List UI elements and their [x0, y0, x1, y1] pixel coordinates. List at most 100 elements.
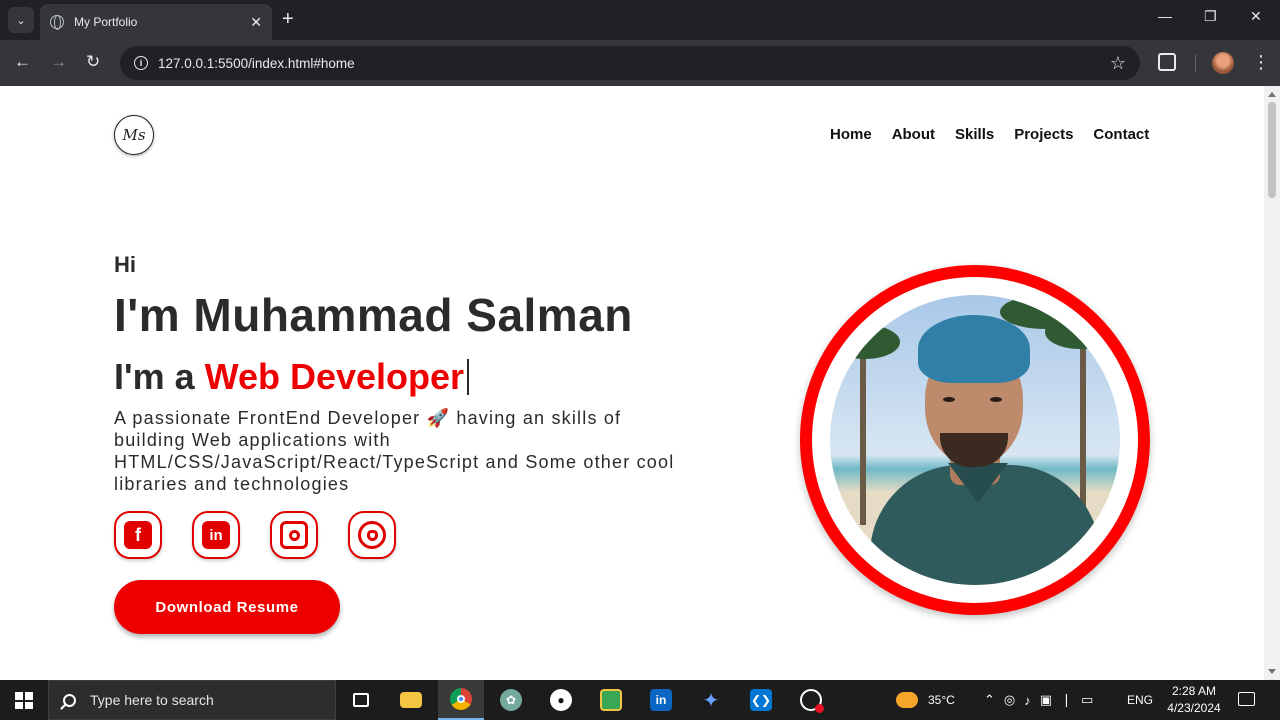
role-prefix: I'm a — [114, 356, 205, 397]
weather-sun-icon — [896, 692, 918, 708]
volume-icon[interactable]: ♪ — [1024, 693, 1040, 708]
image-viewer-icon — [600, 689, 622, 711]
instagram-link[interactable] — [270, 511, 318, 559]
toolbar-separator — [1195, 54, 1196, 72]
url-text[interactable]: 127.0.0.1:5500/index.html#home — [158, 56, 1110, 71]
file-explorer-button[interactable] — [388, 680, 434, 720]
instagram-lens — [288, 529, 300, 541]
facebook-icon: f — [124, 521, 152, 549]
nav-home[interactable]: Home — [830, 126, 872, 143]
task-view-icon — [353, 693, 369, 707]
profile-avatar[interactable] — [1212, 52, 1234, 74]
palm-frond — [830, 325, 900, 359]
globe-icon — [50, 15, 64, 30]
clock-time: 2:28 AM — [1171, 684, 1217, 698]
weather-temp: 35°C — [928, 693, 955, 707]
nav-about[interactable]: About — [892, 126, 935, 143]
task-view-button[interactable] — [338, 680, 384, 720]
person-eye — [990, 397, 1002, 402]
gemini-icon: ✦ — [702, 689, 720, 712]
nav-skills[interactable]: Skills — [955, 126, 994, 143]
reload-button[interactable]: ↻ — [86, 52, 100, 72]
clock-date: 4/23/2024 — [1167, 701, 1221, 715]
scroll-down-arrow[interactable] — [1268, 669, 1276, 674]
browser-toolbar: ← → ↻ i 127.0.0.1:5500/index.html#home ☆… — [0, 40, 1280, 86]
clock-app-button[interactable] — [788, 680, 834, 720]
typing-cursor — [467, 359, 470, 395]
social-links: f in — [114, 511, 426, 559]
hero-name: I'm Muhammad Salman — [114, 289, 633, 341]
back-button[interactable]: ← — [14, 52, 31, 72]
taskbar-search[interactable]: Type here to search — [48, 680, 336, 720]
nav-projects[interactable]: Projects — [1014, 126, 1073, 143]
person-hair — [918, 315, 1030, 383]
palm-trunk — [860, 335, 866, 525]
instagram-icon — [280, 521, 308, 549]
chrome-button[interactable] — [438, 680, 484, 720]
bookmark-star-icon[interactable]: ☆ — [1110, 53, 1126, 74]
windows-start-icon[interactable] — [15, 692, 33, 709]
language-indicator[interactable]: ENG — [1127, 680, 1153, 720]
new-tab-button[interactable]: + — [282, 8, 294, 30]
tab-search-icon[interactable]: ⌄ — [8, 7, 34, 33]
notification-icon[interactable] — [1238, 692, 1255, 706]
search-icon — [63, 693, 76, 707]
facebook-link[interactable]: f — [114, 511, 162, 559]
browser-tab-bar: ⌄ My Portfolio ✕ + — ❐ ✕ — [0, 0, 1280, 40]
role-highlight: Web Developer — [204, 356, 465, 397]
hero-description: A passionate FrontEnd Developer 🚀 having… — [114, 408, 675, 494]
linkedin-link[interactable]: in — [192, 511, 240, 559]
github-link[interactable] — [348, 511, 396, 559]
taskbar-clock[interactable]: 2:28 AM 4/23/2024 — [1160, 683, 1228, 717]
page-scrollbar[interactable] — [1264, 86, 1280, 680]
profile-photo-frame — [800, 265, 1150, 615]
github-desktop-button[interactable]: ● — [538, 680, 584, 720]
person-eye — [943, 397, 955, 402]
vscode-icon: ❮❯ — [750, 689, 772, 711]
folder-icon — [400, 692, 422, 708]
site-nav: Home About Skills Projects Contact — [830, 126, 1169, 143]
github-cat — [366, 529, 378, 541]
hero-role: I'm a Web Developer — [114, 356, 470, 398]
image-viewer-button[interactable] — [588, 680, 634, 720]
scroll-up-arrow[interactable] — [1268, 92, 1276, 97]
linkedin-icon: in — [202, 521, 230, 549]
battery-icon[interactable]: ▭ — [1081, 692, 1102, 708]
tab-close-icon[interactable]: ✕ — [250, 14, 262, 31]
site-logo[interactable]: Ms — [114, 115, 154, 155]
tab-title: My Portfolio — [74, 15, 138, 29]
nav-contact[interactable]: Contact — [1093, 126, 1149, 143]
meet-now-icon[interactable]: ▣ — [1040, 692, 1061, 708]
vscode-button[interactable]: ❮❯ — [738, 680, 784, 720]
address-bar[interactable]: i 127.0.0.1:5500/index.html#home ☆ — [120, 46, 1140, 80]
chevron-up-icon[interactable]: ⌃ — [984, 692, 1004, 708]
profile-photo — [830, 295, 1120, 585]
gemini-button[interactable]: ✦ — [688, 680, 734, 720]
palm-frond — [1000, 295, 1090, 329]
network-globe-icon[interactable]: ◎ — [1004, 692, 1024, 708]
microphone-icon[interactable]: ❘ — [1061, 692, 1081, 708]
tab-my-portfolio[interactable]: My Portfolio ✕ — [40, 4, 272, 40]
window-close-button[interactable]: ✕ — [1250, 8, 1262, 25]
minimize-button[interactable]: — — [1158, 8, 1172, 24]
chrome-icon — [450, 688, 472, 710]
github-icon: ● — [550, 689, 572, 711]
github-icon — [358, 521, 386, 549]
linkedin-app-icon: in — [650, 689, 672, 711]
chatgpt-icon: ✿ — [500, 689, 522, 711]
chatgpt-button[interactable]: ✿ — [488, 680, 534, 720]
palm-trunk — [1080, 325, 1086, 525]
forward-button[interactable]: → — [50, 52, 67, 72]
system-tray-icons[interactable]: ⌃ ◎ ♪ ▣ ❘ ▭ — [984, 680, 1102, 720]
hero-greeting: Hi — [114, 252, 136, 277]
restore-button[interactable]: ❐ — [1204, 8, 1217, 25]
site-info-icon[interactable]: i — [134, 56, 148, 70]
extensions-icon[interactable] — [1158, 53, 1176, 71]
linkedin-app-button[interactable]: in — [638, 680, 684, 720]
browser-menu-icon[interactable]: ⋮ — [1252, 52, 1270, 72]
weather-widget[interactable]: 35°C — [896, 680, 955, 720]
page-viewport: Ms Home About Skills Projects Contact Hi… — [0, 86, 1264, 680]
scrollbar-thumb[interactable] — [1268, 102, 1276, 198]
taskbar-search-placeholder: Type here to search — [90, 692, 214, 708]
download-resume-button[interactable]: Download Resume — [114, 580, 340, 634]
